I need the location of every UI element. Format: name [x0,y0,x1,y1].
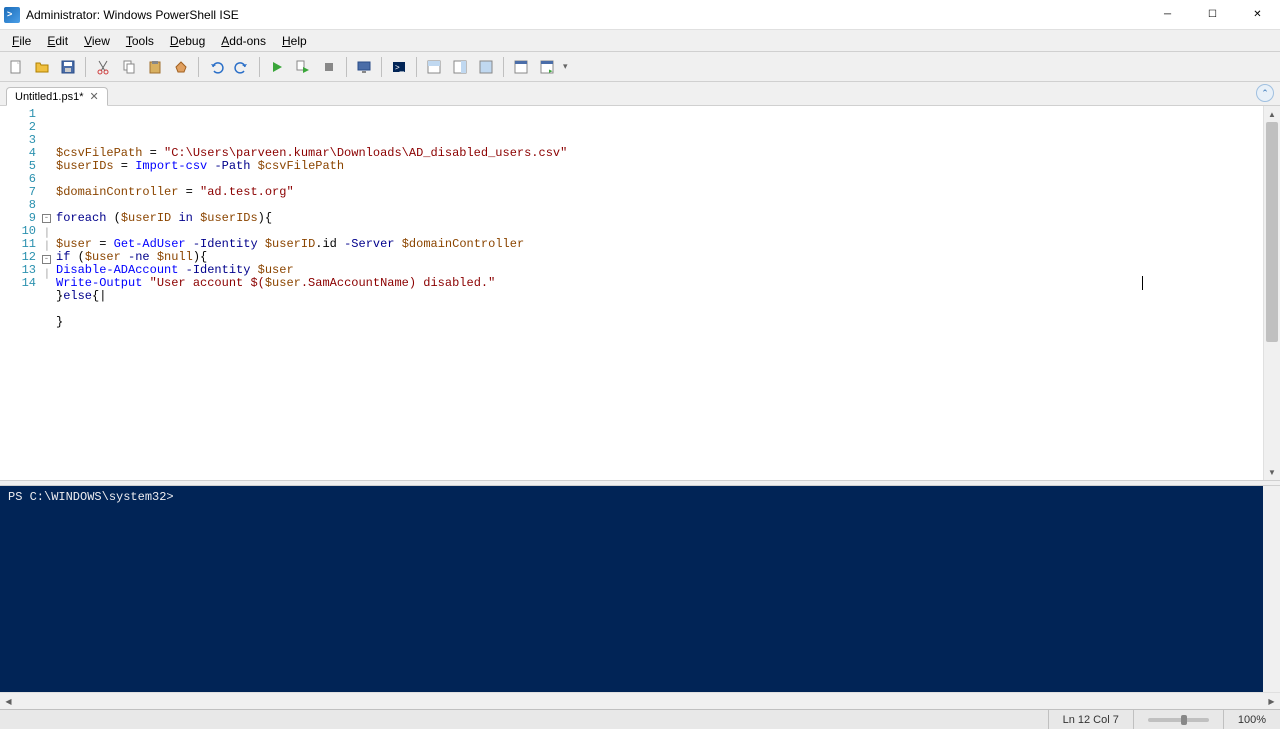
stop-button[interactable] [317,55,341,79]
script-editor[interactable]: 1234567891011121314 -││-│ $csvFilePath =… [0,106,1280,480]
cut-button[interactable] [91,55,115,79]
menubar: File Edit View Tools Debug Add-ons Help [0,30,1280,52]
text-cursor [1142,276,1143,290]
scroll-up-arrow[interactable]: ▲ [1264,106,1280,122]
tab-label: Untitled1.ps1* [15,91,84,103]
toolbar: >_ ▸ ▾ [0,52,1280,82]
menu-help[interactable]: Help [274,32,315,50]
show-script-max-button[interactable] [474,55,498,79]
start-powershell-button[interactable]: >_ [387,55,411,79]
show-script-right-button[interactable] [448,55,472,79]
line-number-gutter: 1234567891011121314 [0,106,42,480]
show-command-addon-button[interactable]: ▸ [535,55,559,79]
redo-button[interactable] [230,55,254,79]
toolbar-overflow-icon[interactable]: ▾ [563,61,568,72]
menu-addons[interactable]: Add-ons [213,32,274,50]
close-button[interactable]: ✕ [1235,0,1280,29]
maximize-button[interactable]: ☐ [1190,0,1235,29]
window-title: Administrator: Windows PowerShell ISE [26,8,1145,22]
menu-edit[interactable]: Edit [39,32,76,50]
paste-button[interactable] [143,55,167,79]
minimize-button[interactable]: ─ [1145,0,1190,29]
show-script-top-button[interactable] [422,55,446,79]
tab-close-button[interactable]: ✕ [90,90,99,103]
copy-button[interactable] [117,55,141,79]
show-command-window-button[interactable] [509,55,533,79]
editor-vertical-scrollbar[interactable]: ▲ ▼ [1263,106,1280,480]
console-vertical-scrollbar[interactable] [1263,486,1280,692]
open-button[interactable] [30,55,54,79]
scroll-down-arrow[interactable]: ▼ [1264,464,1280,480]
titlebar: Administrator: Windows PowerShell ISE ─ … [0,0,1280,30]
tabstrip: Untitled1.ps1* ✕ ⌃ [0,82,1280,106]
save-button[interactable] [56,55,80,79]
menu-view[interactable]: View [76,32,118,50]
menu-tools[interactable]: Tools [118,32,162,50]
scroll-thumb[interactable] [1266,122,1278,342]
console-pane[interactable]: PS C:\WINDOWS\system32> [0,486,1280,692]
menu-debug[interactable]: Debug [162,32,213,50]
app-icon [4,7,20,23]
hscroll-right-arrow[interactable]: ▶ [1263,693,1280,709]
console-prompt: PS C:\WINDOWS\system32> [8,490,174,504]
svg-text:▸: ▸ [549,68,553,75]
collapse-script-pane-button[interactable]: ⌃ [1256,84,1274,102]
menu-file-label: ile [19,34,31,48]
console-horizontal-scrollbar[interactable]: ◀ ▶ [0,692,1280,709]
new-button[interactable] [4,55,28,79]
run-selection-button[interactable] [291,55,315,79]
undo-button[interactable] [204,55,228,79]
clear-button[interactable] [169,55,193,79]
fold-gutter[interactable]: -││-│ [42,106,52,480]
menu-file[interactable]: File [4,32,39,50]
code-area[interactable]: $csvFilePath = "C:\Users\parveen.kumar\D… [52,106,1263,480]
svg-text:>_: >_ [395,63,405,72]
new-remote-tab-button[interactable] [352,55,376,79]
hscroll-left-arrow[interactable]: ◀ [0,693,17,709]
run-script-button[interactable] [265,55,289,79]
window-controls: ─ ☐ ✕ [1145,0,1280,29]
statusbar: Ln 12 Col 7 100% [0,709,1280,729]
tab-untitled1[interactable]: Untitled1.ps1* ✕ [6,87,108,106]
